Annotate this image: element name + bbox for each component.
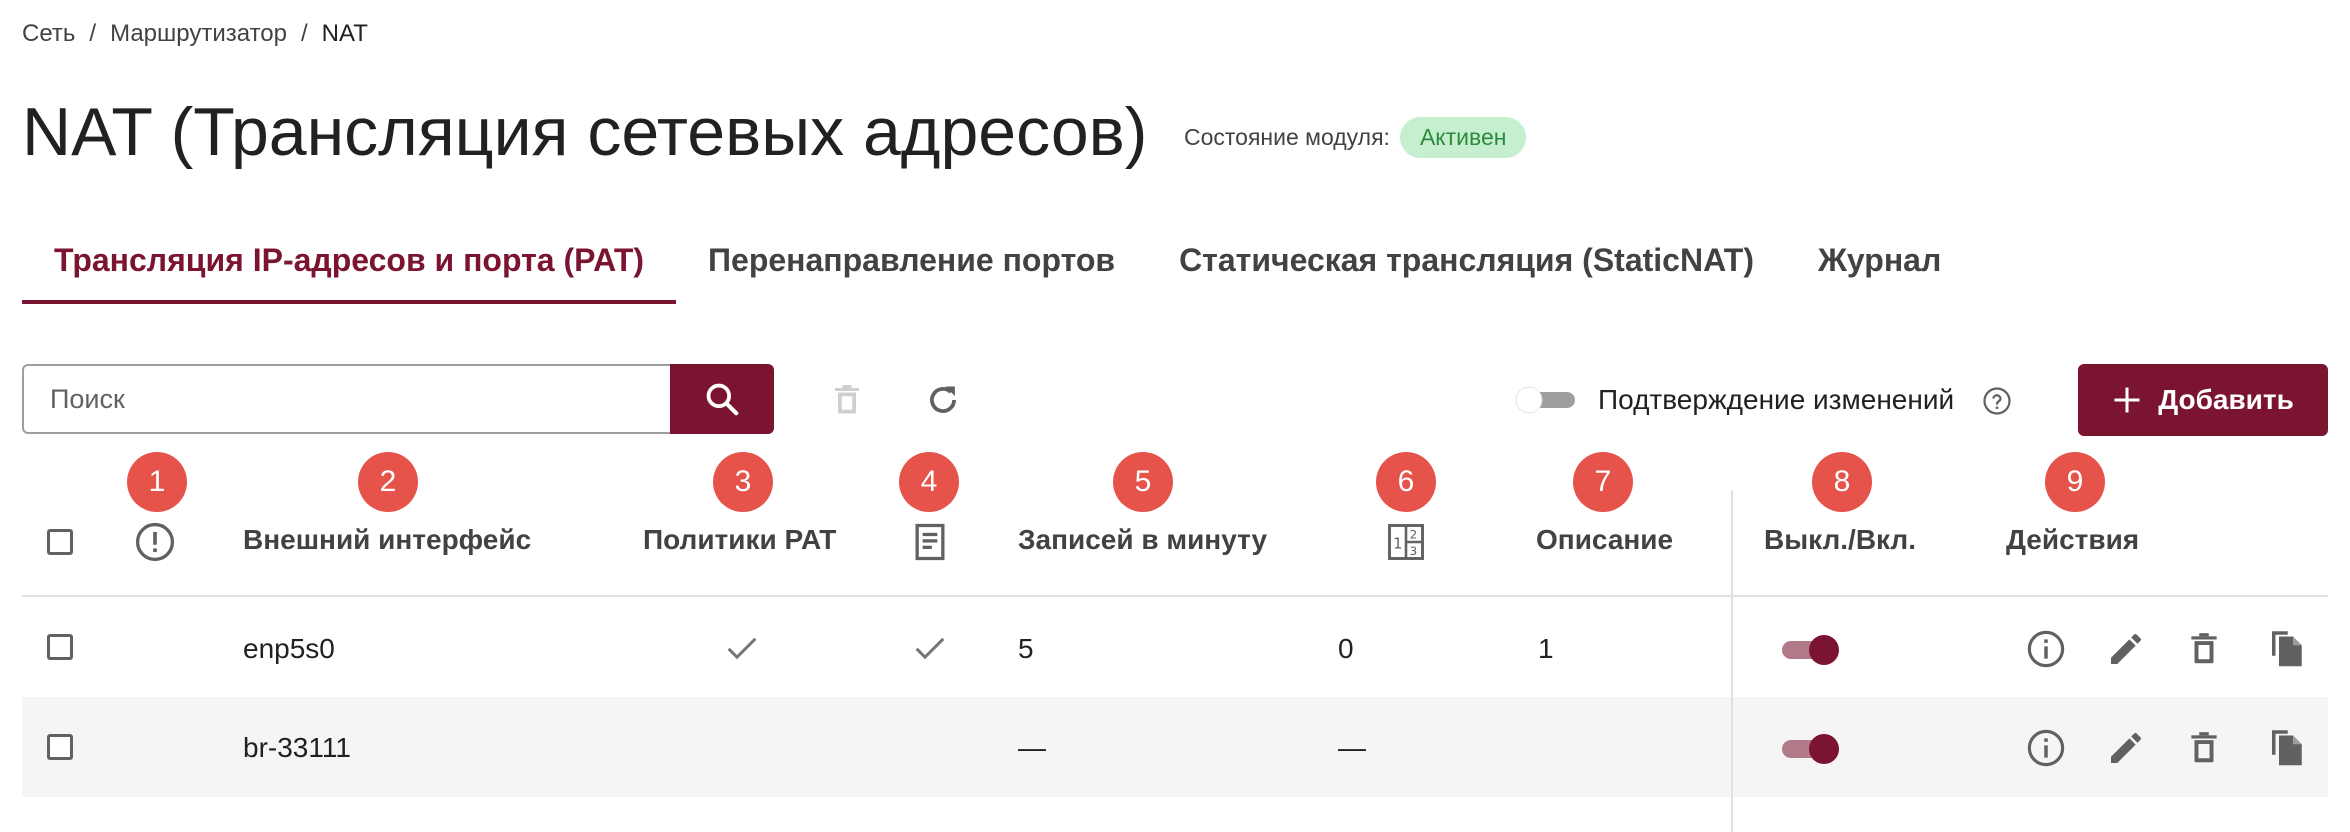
row-checkbox[interactable]	[47, 634, 73, 660]
breadcrumb-separator: /	[301, 20, 308, 47]
check-icon	[915, 637, 945, 660]
marker-5: 5	[1113, 452, 1173, 512]
breadcrumb: Сеть / Маршрутизатор / NAT	[22, 20, 368, 48]
copy-button[interactable]	[2264, 724, 2308, 768]
tab-bar: Трансляция IP-адресов и порта (PAT) Пере…	[22, 232, 1973, 304]
column-divider	[1731, 490, 1733, 832]
row-enable-switch[interactable]	[1780, 728, 1844, 768]
search-button[interactable]	[670, 364, 774, 434]
header-description[interactable]: Описание	[1536, 524, 1673, 556]
trash-icon	[2191, 633, 2217, 664]
marker-9: 9	[2045, 452, 2105, 512]
delete-selected-button[interactable]	[825, 378, 869, 422]
marker-6: 6	[1376, 452, 1436, 512]
delete-button[interactable]	[2182, 627, 2226, 671]
marker-4: 4	[899, 452, 959, 512]
status-label: Состояние модуля:	[1184, 124, 1390, 150]
delete-button[interactable]	[2182, 726, 2226, 770]
breadcrumb-router[interactable]: Маршрутизатор	[110, 20, 287, 48]
pencil-icon	[2111, 732, 2141, 763]
marker-3: 3	[713, 452, 773, 512]
row-order: 0	[1338, 633, 1354, 664]
help-icon[interactable]	[1982, 386, 2012, 416]
tab-log[interactable]: Журнал	[1786, 232, 1973, 300]
row-order: —	[1338, 732, 1366, 763]
copy-button[interactable]	[2264, 625, 2308, 669]
pencil-icon	[2111, 633, 2141, 664]
info-icon	[2027, 729, 2065, 767]
header-pat-policies[interactable]: Политики PAT	[643, 524, 836, 556]
svg-text:1: 1	[1393, 535, 1402, 552]
trash-icon	[835, 385, 859, 414]
table-row-stripe	[22, 697, 2328, 797]
tab-static-nat[interactable]: Статическая трансляция (StaticNAT)	[1147, 232, 1786, 300]
status-badge: Активен	[1399, 117, 1527, 158]
breadcrumb-separator: /	[89, 20, 97, 47]
order-icon: 1 2 3	[1388, 524, 1424, 560]
copy-icon	[2272, 730, 2302, 766]
svg-text:2: 2	[1410, 527, 1418, 541]
select-all-checkbox[interactable]	[47, 529, 73, 555]
refresh-button[interactable]	[921, 378, 965, 422]
confirm-changes-label: Подтверждение изменений	[1598, 384, 1955, 415]
search-input[interactable]	[48, 382, 652, 416]
log-icon	[915, 523, 945, 561]
marker-1: 1	[127, 452, 187, 512]
confirm-changes-toggle[interactable]	[1515, 386, 1579, 414]
marker-7: 7	[1573, 452, 1633, 512]
edit-button[interactable]	[2104, 627, 2148, 671]
plus-icon	[2114, 387, 2140, 413]
check-icon	[727, 637, 757, 660]
row-checkbox[interactable]	[47, 734, 73, 760]
module-status: Состояние модуля: Активен	[1184, 117, 1527, 158]
add-button-label: Добавить	[2158, 384, 2294, 415]
tab-pat[interactable]: Трансляция IP-адресов и порта (PAT)	[22, 232, 677, 304]
header-records-per-minute[interactable]: Записей в минуту	[1018, 524, 1267, 556]
info-button[interactable]	[2024, 627, 2068, 671]
edit-button[interactable]	[2104, 726, 2148, 770]
table-header-divider	[22, 595, 2328, 597]
header-on-off[interactable]: Выкл./Вкл.	[1764, 524, 1916, 556]
add-button[interactable]: Добавить	[2078, 364, 2328, 436]
trash-icon	[2191, 732, 2217, 763]
search-box	[22, 364, 672, 434]
nat-page: Сеть / Маршрутизатор / NAT NAT (Трансляц…	[0, 0, 2350, 832]
info-button[interactable]	[2024, 726, 2068, 770]
marker-2: 2	[358, 452, 418, 512]
row-interface: enp5s0	[243, 633, 335, 664]
breadcrumb-network[interactable]: Сеть	[22, 20, 75, 48]
search-icon	[706, 383, 739, 416]
tab-port-forwarding[interactable]: Перенаправление портов	[676, 232, 1147, 300]
row-enable-switch[interactable]	[1780, 629, 1844, 669]
row-records: 5	[1018, 633, 1034, 664]
warning-icon	[135, 522, 175, 562]
info-icon	[2027, 630, 2065, 668]
page-title: NAT (Трансляция сетевых адресов)	[22, 94, 1148, 170]
copy-icon	[2272, 631, 2302, 667]
row-interface: br-33111	[243, 732, 351, 763]
row-description: 1	[1538, 633, 1554, 664]
marker-8: 8	[1812, 452, 1872, 512]
svg-text:3: 3	[1410, 544, 1418, 558]
header-actions: Действия	[2006, 524, 2140, 555]
header-external-interface[interactable]: Внешний интерфейс	[243, 524, 531, 556]
row-records: —	[1018, 732, 1046, 763]
refresh-icon	[930, 386, 956, 413]
breadcrumb-current: NAT	[321, 20, 368, 47]
